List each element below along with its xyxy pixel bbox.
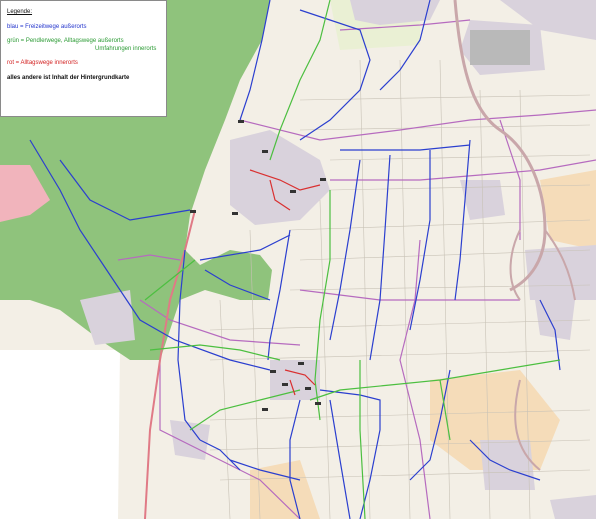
legend-green-entry: grün = Pendlerwege, Alltagswege außerort… (7, 38, 160, 53)
map-legend: Legende: blau = Freizeitwege außerorts g… (0, 0, 167, 117)
legend-other-entry: alles andere ist Inhalt der Hintergrundk… (7, 74, 130, 81)
legend-red-entry: rot = Alltagswege innerorts (7, 60, 78, 66)
legend-blue-entry: blau = Freizeitwege außerorts (7, 23, 87, 30)
legend-green-line2: Umfahrungen innerorts (95, 45, 157, 52)
unmapped-area (0, 350, 120, 519)
legend-title: Legende: (7, 9, 33, 15)
legend-green-line1: grün = Pendlerwege, Alltagswege außerort… (7, 38, 124, 44)
industrial-area (470, 30, 530, 65)
